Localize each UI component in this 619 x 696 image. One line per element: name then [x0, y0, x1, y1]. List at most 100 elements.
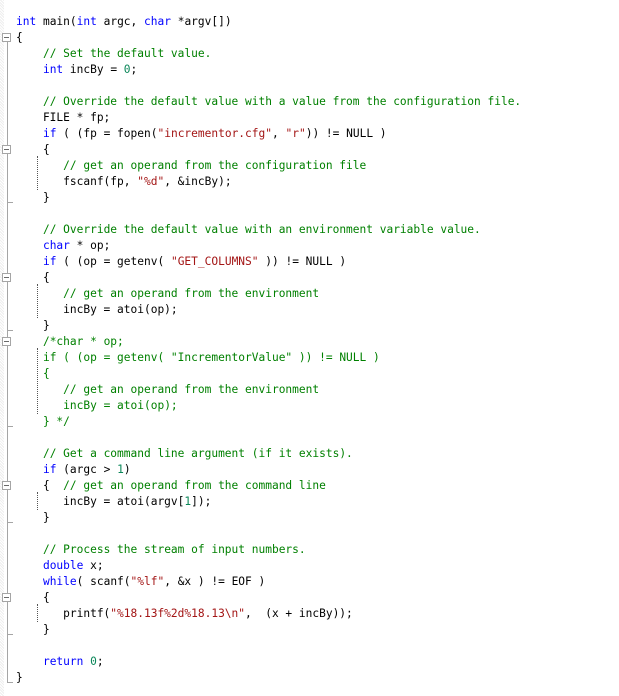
code-line[interactable]: {: [16, 590, 521, 606]
code-token: ( scanf(: [76, 575, 131, 588]
comment: // Process the stream of input numbers.: [42, 543, 306, 556]
outline-end-tick: [7, 634, 13, 635]
code-token: }: [16, 671, 23, 684]
string-literal: "incrementor.cfg": [157, 127, 272, 140]
code-line[interactable]: if ( (fp = fopen("incrementor.cfg", "r")…: [16, 126, 521, 142]
number-literal: 0: [90, 655, 97, 668]
code-line[interactable]: } */: [16, 414, 521, 430]
code-token: , (x + incBy));: [245, 607, 353, 620]
collapse-main-body-icon[interactable]: [2, 33, 11, 42]
outline-end-tick: [7, 682, 13, 683]
code-line[interactable]: if ( (op = getenv( "GET_COLUMNS" )) != N…: [16, 254, 521, 270]
code-line[interactable]: }: [16, 318, 521, 334]
code-line[interactable]: return 0;: [16, 654, 521, 670]
code-editor[interactable]: int main(int argc, char *argv[]){ // Set…: [0, 0, 619, 696]
code-line[interactable]: // Process the stream of input numbers.: [16, 542, 521, 558]
code-token: ( (op = getenv(: [56, 255, 171, 268]
keyword: int: [42, 63, 64, 76]
code-line[interactable]: [16, 206, 521, 222]
comment: // get an operand from the environment: [63, 287, 320, 300]
code-line[interactable]: // get an operand from the environment: [16, 286, 521, 302]
code-line[interactable]: incBy = atoi(argv[1]);: [16, 494, 521, 510]
collapse-fopen-block-icon[interactable]: [2, 145, 11, 154]
code-token: incBy =: [63, 63, 124, 76]
code-line[interactable]: // Set the default value.: [16, 46, 521, 62]
outlining-margin: [0, 0, 14, 696]
code-line[interactable]: {: [16, 366, 521, 382]
collapse-argc-block-icon[interactable]: [2, 481, 11, 490]
string-literal: "GET_COLUMNS": [170, 255, 259, 268]
comment: /*char * op;: [42, 335, 124, 348]
code-line[interactable]: FILE * fp;: [16, 110, 521, 126]
code-line[interactable]: {: [16, 142, 521, 158]
code-token: printf(: [16, 607, 111, 620]
code-line[interactable]: // Get a command line argument (if it ex…: [16, 446, 521, 462]
code-token: ]);: [191, 495, 212, 508]
code-line[interactable]: // get an operand from the environment: [16, 382, 521, 398]
code-line[interactable]: incBy = atoi(op);: [16, 302, 521, 318]
number-literal: 0: [123, 63, 131, 76]
code-text-area[interactable]: int main(int argc, char *argv[]){ // Set…: [16, 14, 521, 686]
code-line[interactable]: while( scanf("%lf", &x ) != EOF ): [16, 574, 521, 590]
code-line[interactable]: int main(int argc, char *argv[]): [16, 14, 521, 30]
comment: if ( (op = getenv( "IncrementorValue" ))…: [42, 351, 380, 364]
code-line[interactable]: }: [16, 670, 521, 686]
code-line[interactable]: { // get an operand from the command lin…: [16, 478, 521, 494]
comment: // Set the default value.: [42, 47, 212, 60]
code-line[interactable]: [16, 526, 521, 542]
code-line[interactable]: }: [16, 190, 521, 206]
code-line[interactable]: char * op;: [16, 238, 521, 254]
code-token: )) != NULL ): [258, 255, 347, 268]
keyword: int: [76, 15, 97, 28]
code-line[interactable]: // get an operand from the configuration…: [16, 158, 521, 174]
code-line[interactable]: // Override the default value with an en…: [16, 222, 521, 238]
code-token: {: [16, 271, 50, 284]
comment: // Get a command line argument (if it ex…: [42, 447, 353, 460]
code-line[interactable]: fscanf(fp, "%d", &incBy);: [16, 174, 521, 190]
code-token: ,: [272, 127, 286, 140]
code-token: }: [16, 511, 50, 524]
code-line[interactable]: incBy = atoi(op);: [16, 398, 521, 414]
code-line[interactable]: {: [16, 270, 521, 286]
comment: // Override the default value with an en…: [42, 223, 481, 236]
code-line[interactable]: [16, 430, 521, 446]
code-line[interactable]: [16, 638, 521, 654]
code-token: incBy = atoi(op);: [16, 303, 178, 316]
code-token: , &x ) != EOF ): [164, 575, 266, 588]
code-line[interactable]: /*char * op;: [16, 334, 521, 350]
code-token: {: [16, 143, 50, 156]
code-token: *argv[]): [170, 15, 232, 28]
code-line[interactable]: }: [16, 622, 521, 638]
code-line[interactable]: // Override the default value with a val…: [16, 94, 521, 110]
code-line[interactable]: if (argc > 1): [16, 462, 521, 478]
comment: } */: [42, 415, 70, 428]
code-token: ): [123, 463, 131, 476]
comment: // Override the default value with a val…: [42, 95, 522, 108]
code-line[interactable]: double x;: [16, 558, 521, 574]
code-token: FILE * fp;: [16, 111, 111, 124]
collapse-while-block-icon[interactable]: [2, 593, 11, 602]
code-token: ( (fp = fopen(: [56, 127, 158, 140]
code-line[interactable]: }: [16, 510, 521, 526]
code-line[interactable]: if ( (op = getenv( "IncrementorValue" ))…: [16, 350, 521, 366]
code-line[interactable]: printf("%18.13f%2d%18.13\n", (x + incBy)…: [16, 606, 521, 622]
collapse-getenv-columns-block-icon[interactable]: [2, 273, 11, 282]
keyword: if: [42, 127, 57, 140]
code-line[interactable]: int incBy = 0;: [16, 62, 521, 78]
number-literal: 1: [117, 463, 124, 476]
code-line[interactable]: [16, 78, 521, 94]
code-line[interactable]: {: [16, 30, 521, 46]
collapse-commented-block-icon[interactable]: [2, 337, 11, 346]
